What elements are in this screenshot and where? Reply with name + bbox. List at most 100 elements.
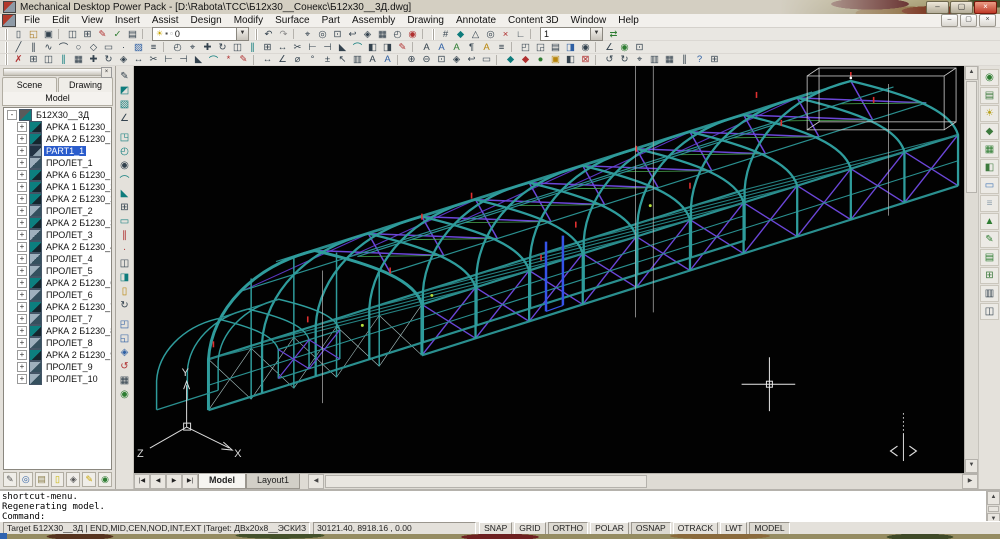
toolbar-grip[interactable] (255, 29, 258, 40)
spell-icon[interactable]: ✓ (110, 28, 125, 40)
layer-combo-dropdown[interactable]: ▼ (236, 28, 248, 40)
toolbar-separator[interactable] (595, 55, 600, 65)
tree-item[interactable]: + АРКА 2 Б1230_8 (4, 325, 111, 337)
angle-icon[interactable]: ∠ (602, 41, 617, 53)
array2-icon[interactable]: ▦ (71, 54, 86, 66)
tree-expand-icon[interactable]: + (17, 230, 27, 240)
menu-item[interactable]: Surface (269, 14, 315, 27)
box-icon[interactable]: ⊡ (632, 41, 647, 53)
ucs-icon[interactable]: ◰ (518, 41, 533, 53)
toolbar-separator[interactable] (595, 42, 600, 52)
union-icon[interactable]: ◧ (365, 41, 380, 53)
sketch-icon[interactable]: ◩ (117, 83, 132, 97)
sheet-tab[interactable]: Layout1 (246, 474, 300, 489)
update-part-icon[interactable]: ↻ (117, 298, 132, 312)
view-3d-icon[interactable]: ◨ (563, 41, 578, 53)
dtext-icon[interactable]: A (419, 41, 434, 53)
mtext2-icon[interactable]: A (380, 54, 395, 66)
tree-expand-icon[interactable]: + (17, 218, 27, 228)
snap-perpendicular-icon[interactable]: ∟ (513, 28, 528, 40)
tolerance-icon[interactable]: ± (320, 54, 335, 66)
toolbar-separator[interactable] (496, 55, 501, 65)
menu-item[interactable]: Help (612, 14, 645, 27)
landscape-library-icon[interactable]: ▤ (980, 249, 999, 266)
status-toggle[interactable]: ORTHO (548, 522, 589, 535)
palette-tab[interactable]: Drawing (58, 77, 113, 92)
menu-item[interactable]: File (18, 14, 46, 27)
zoom-in-icon[interactable]: ⊕ (404, 54, 419, 66)
scroll-down-icon[interactable]: ▼ (965, 459, 978, 473)
text-style-icon[interactable]: ¶ (464, 41, 479, 53)
folder-icon[interactable]: ▤ (35, 472, 49, 487)
open-icon[interactable]: ◱ (26, 28, 41, 40)
erase2-icon[interactable]: ✗ (11, 54, 26, 66)
copy-clip-icon[interactable]: ⊞ (80, 28, 95, 40)
ucs-world-icon[interactable]: ◲ (533, 41, 548, 53)
mdi-close-button[interactable]: × (979, 14, 996, 27)
tree-expand-icon[interactable]: + (17, 314, 27, 324)
extend-icon[interactable]: ⊢ (305, 41, 320, 53)
tree-expand-icon[interactable]: + (17, 242, 27, 252)
status-toggle[interactable]: GRID (514, 522, 545, 535)
status-toggle[interactable]: SNAP (479, 522, 512, 535)
menu-item[interactable]: Content 3D (502, 14, 565, 27)
dim-linear-icon[interactable]: ↔ (260, 54, 275, 66)
zoom-previous2-icon[interactable]: ↩ (464, 54, 479, 66)
menu-item[interactable]: Annotate (450, 14, 502, 27)
mirror2-icon[interactable]: ◫ (41, 54, 56, 66)
mirror-icon[interactable]: ◫ (230, 41, 245, 53)
tree-item[interactable]: + ПРОЛЕТ_9 (4, 361, 111, 373)
palette-close-icon[interactable]: × (101, 67, 112, 78)
render-icon[interactable]: ◉ (980, 69, 999, 86)
layers-icon[interactable]: ▦ (662, 54, 677, 66)
snap-center-icon[interactable]: ◎ (483, 28, 498, 40)
toolbar-separator[interactable] (412, 42, 417, 52)
chamfer-feature-icon[interactable]: ◣ (117, 186, 132, 200)
dim-radius-icon[interactable]: ⌀ (290, 54, 305, 66)
prev-tab-button[interactable]: ◀ (150, 474, 166, 489)
status-toggle[interactable]: LWT (720, 522, 747, 535)
style-combo[interactable]: 1 ▼ (540, 27, 603, 41)
pedit-icon[interactable]: ✎ (236, 54, 251, 66)
toolbar-separator[interactable] (422, 29, 427, 39)
point-icon[interactable]: ∙ (116, 41, 131, 53)
power-edit-icon[interactable]: ✎ (117, 69, 132, 83)
properties-icon[interactable]: ▥ (647, 54, 662, 66)
osnap-clear-icon[interactable]: ⊠ (578, 54, 593, 66)
zoom-extents-icon[interactable]: ▭ (479, 54, 494, 66)
dim-aligned-icon[interactable]: ∠ (275, 54, 290, 66)
hatch-icon[interactable]: ▨ (131, 41, 146, 53)
view-iso-icon[interactable]: ◈ (117, 345, 132, 359)
tree-expand-icon[interactable]: + (17, 362, 27, 372)
tree-item[interactable]: + ПРОЛЕТ_4 (4, 253, 111, 265)
find-icon[interactable]: ◉ (405, 28, 420, 40)
toolbar-grip[interactable] (5, 54, 8, 65)
tree-expand-icon[interactable]: - (7, 110, 17, 120)
rectangle-icon[interactable]: ▭ (101, 41, 116, 53)
undo-icon[interactable]: ↶ (261, 28, 276, 40)
redraw-icon[interactable]: ↺ (602, 54, 617, 66)
stretch-icon[interactable]: ↔ (275, 41, 290, 53)
tree-item[interactable]: + АРКА 2 Б1230_1 (4, 133, 111, 145)
toolbar-grip[interactable] (5, 42, 8, 53)
tree-item[interactable]: + ПРОЛЕТ_1 (4, 157, 111, 169)
pan-realtime-icon[interactable]: ⌖ (185, 41, 200, 53)
landscape-new-icon[interactable]: ▲ (980, 213, 999, 230)
scroll-up-icon[interactable]: ▲ (965, 66, 978, 80)
lights-icon[interactable]: ☀ (980, 105, 999, 122)
erase-icon[interactable]: ✎ (395, 41, 410, 53)
zoom-out-icon[interactable]: ⊖ (419, 54, 434, 66)
zoom-window2-icon[interactable]: ⊡ (434, 54, 449, 66)
print-icon[interactable]: ▤ (125, 28, 140, 40)
layer-manager-icon[interactable]: ▦ (117, 373, 132, 387)
status-toggle[interactable]: OSNAP (631, 522, 671, 535)
edit-text-icon[interactable]: A (449, 41, 464, 53)
style-combo-dropdown[interactable]: ▼ (590, 28, 602, 40)
desktop-options-icon[interactable]: ✎ (3, 472, 17, 487)
dim-angular-icon[interactable]: ° (305, 54, 320, 66)
osnap-node-icon[interactable]: ▣ (548, 54, 563, 66)
camera-icon[interactable]: ◉ (578, 41, 593, 53)
scale-icon[interactable]: ◈ (116, 54, 131, 66)
help-icon[interactable]: ? (692, 54, 707, 66)
dimension-icon[interactable]: ∠ (117, 111, 132, 125)
